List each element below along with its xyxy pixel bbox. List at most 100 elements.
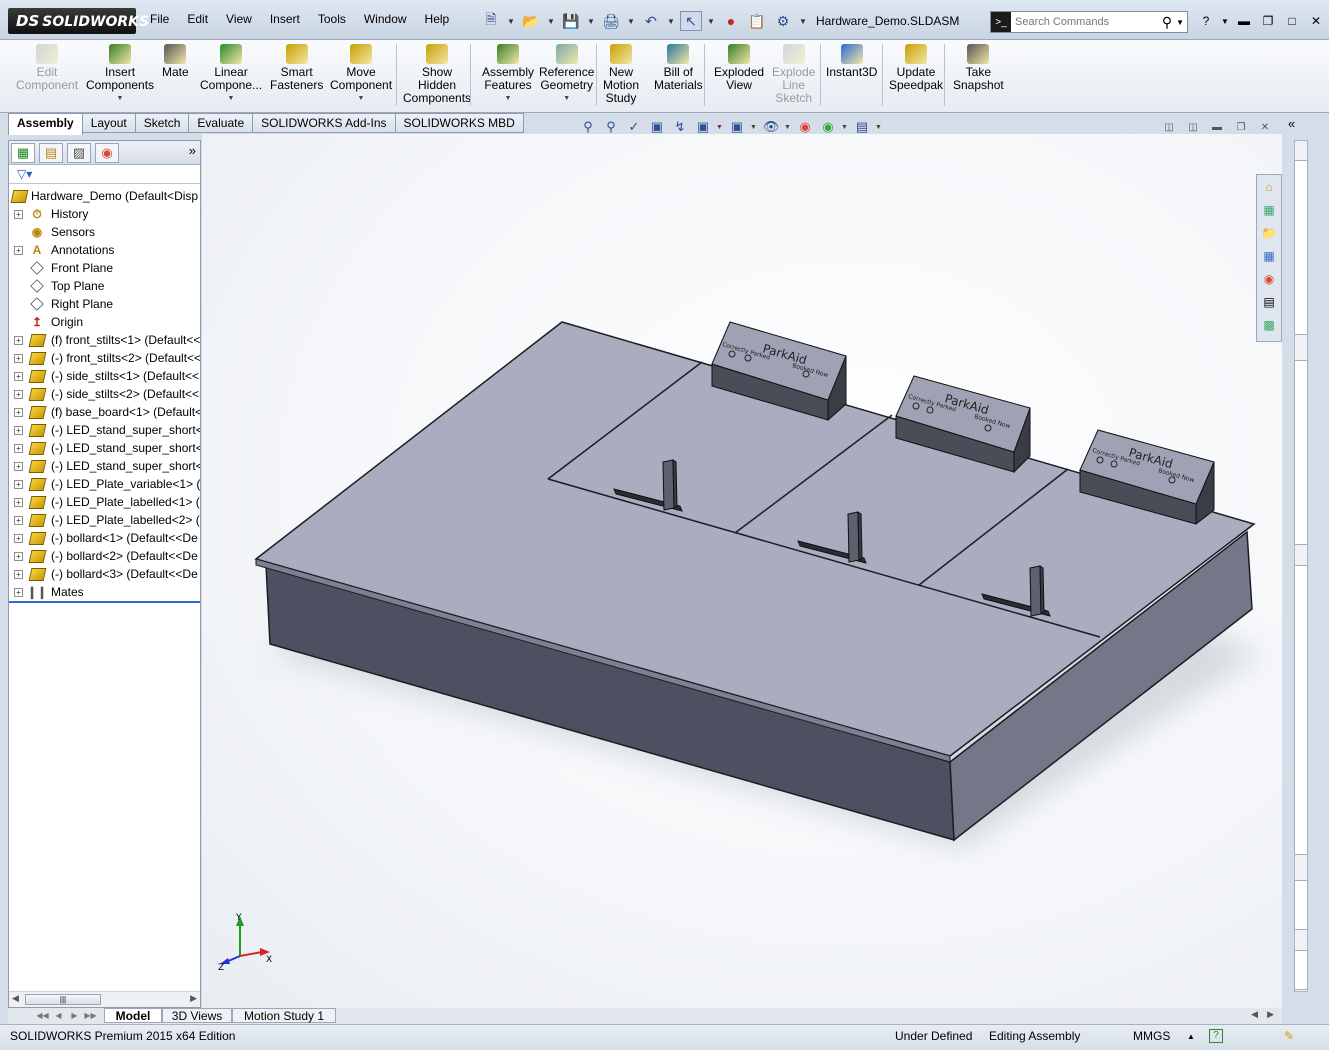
expand-icon[interactable]: + bbox=[14, 498, 23, 507]
bom-button[interactable]: Bill of Materials bbox=[654, 44, 703, 92]
edit-component-button[interactable]: Edit Component bbox=[16, 44, 78, 92]
chevron-down-icon[interactable]: ▼ bbox=[482, 92, 534, 105]
tree-item[interactable]: + (-) bollard<1> (Default<<De bbox=[9, 529, 200, 547]
menu-help[interactable]: Help bbox=[425, 12, 450, 26]
tree-item[interactable]: + (-) LED_stand_super_short<1 bbox=[9, 421, 200, 439]
expand-icon[interactable]: + bbox=[14, 354, 23, 363]
restore-icon[interactable]: ❐ bbox=[1232, 120, 1250, 134]
menu-window[interactable]: Window bbox=[364, 12, 407, 26]
speedpak-button[interactable]: Update Speedpak bbox=[889, 44, 943, 92]
close-icon[interactable]: ✕ bbox=[1306, 12, 1326, 30]
chevron-down-icon[interactable]: ▼ bbox=[1220, 12, 1230, 30]
snapshot-button[interactable]: Take Snapshot bbox=[953, 44, 1004, 92]
chevron-down-icon[interactable]: ▼ bbox=[586, 11, 596, 31]
double-chevron-right-icon[interactable]: » bbox=[189, 143, 196, 158]
scroll-left-icon[interactable]: ◀ bbox=[1251, 1009, 1258, 1020]
tab-evaluate[interactable]: Evaluate bbox=[189, 113, 254, 133]
design-library-icon[interactable]: ▦ bbox=[1258, 200, 1280, 220]
bottom-tab-motion-study-1[interactable]: Motion Study 1 bbox=[232, 1008, 336, 1023]
tree-item[interactable]: Right Plane bbox=[9, 295, 200, 313]
chevron-down-icon[interactable]: ▼ bbox=[716, 124, 724, 131]
tab-assembly[interactable]: Assembly bbox=[8, 113, 83, 135]
chevron-down-icon[interactable]: ▼ bbox=[1176, 18, 1184, 27]
scroll-right-icon[interactable]: ▶ bbox=[190, 993, 197, 1004]
tab-solidworks-mbd[interactable]: SOLIDWORKS MBD bbox=[395, 113, 524, 133]
rollback-bar[interactable] bbox=[9, 601, 200, 603]
custom-properties-icon[interactable]: ▤ bbox=[1258, 292, 1280, 312]
expand-icon[interactable]: + bbox=[14, 534, 23, 543]
bottom-tab-model[interactable]: Model bbox=[104, 1008, 162, 1023]
tab-solidworks-add-ins[interactable]: SOLIDWORKS Add-Ins bbox=[253, 113, 396, 133]
exploded-view-button[interactable]: Exploded View bbox=[714, 44, 764, 92]
menu-insert[interactable]: Insert bbox=[270, 12, 300, 26]
chevron-down-icon[interactable]: ▼ bbox=[546, 11, 556, 31]
forum-icon[interactable]: ▩ bbox=[1258, 315, 1280, 335]
expand-icon[interactable]: + bbox=[14, 444, 23, 453]
tree-item[interactable]: ↥ Origin bbox=[9, 313, 200, 331]
filter-icon[interactable]: ▽▾ bbox=[17, 167, 32, 181]
graphics-area[interactable]: ParkAid Correctly Parked Booked Now Park… bbox=[202, 134, 1282, 1008]
next-tab-icon[interactable]: ▶ bbox=[68, 1009, 81, 1023]
scroll-thumb[interactable]: ||| bbox=[25, 994, 101, 1005]
search-icon[interactable]: ⚲ bbox=[1162, 14, 1172, 31]
prev-tab-icon[interactable]: ◀ bbox=[52, 1009, 65, 1023]
horizontal-scrollbar[interactable]: ◀ ||| ▶ bbox=[9, 991, 200, 1007]
menu-file[interactable]: File bbox=[150, 12, 169, 26]
linear-pattern-button[interactable]: Linear Compone... ▼ bbox=[200, 44, 262, 105]
view-orientation-icon[interactable]: ▣ bbox=[693, 118, 713, 136]
scroll-left-icon[interactable]: ◀ bbox=[12, 993, 19, 1004]
expand-icon[interactable]: + bbox=[14, 480, 23, 489]
reference-geometry-button[interactable]: Reference Geometry ▼ bbox=[539, 44, 594, 105]
options-icon[interactable]: ⚙ bbox=[772, 11, 794, 31]
tree-item[interactable]: + (-) front_stilts<2> (Default<< bbox=[9, 349, 200, 367]
chevron-down-icon[interactable]: ▼ bbox=[666, 11, 676, 31]
chevron-up-icon[interactable]: ▲ bbox=[1187, 1032, 1195, 1041]
chevron-down-icon[interactable]: ▼ bbox=[626, 11, 636, 31]
open-folder-icon[interactable]: 📂 bbox=[520, 11, 542, 31]
tab-layout[interactable]: Layout bbox=[82, 113, 136, 133]
solidworks-logo[interactable]: DS SOLIDWORKS bbox=[8, 8, 149, 34]
configuration-manager-tab-icon[interactable]: ▨ bbox=[67, 143, 91, 163]
expand-icon[interactable]: + bbox=[14, 390, 23, 399]
scroll-right-icon[interactable]: ▶ bbox=[1267, 1009, 1274, 1020]
expand-icon[interactable]: + bbox=[14, 588, 23, 597]
maximize-icon[interactable]: □ bbox=[1282, 12, 1302, 30]
expand-icon[interactable]: + bbox=[14, 210, 23, 219]
tree-item[interactable]: + (-) bollard<2> (Default<<De bbox=[9, 547, 200, 565]
chevron-down-icon[interactable]: ▼ bbox=[330, 92, 392, 105]
tree-item[interactable]: Front Plane bbox=[9, 259, 200, 277]
motion-study-button[interactable]: New Motion Study bbox=[603, 44, 639, 105]
chevron-down-icon[interactable]: ▼ bbox=[86, 92, 154, 105]
mate-button[interactable]: Mate bbox=[162, 44, 189, 79]
tree-item[interactable]: + (-) bollard<3> (Default<<De bbox=[9, 565, 200, 583]
chevron-down-icon[interactable]: ▼ bbox=[841, 124, 849, 131]
chevron-down-icon[interactable]: ▼ bbox=[506, 11, 516, 31]
move-component-button[interactable]: Move Component ▼ bbox=[330, 44, 392, 105]
new-document-icon[interactable]: 🗎 bbox=[480, 11, 502, 31]
search-commands-input[interactable]: >_ Search Commands ⚲ ▼ bbox=[990, 11, 1188, 33]
close-icon[interactable]: ✕ bbox=[1256, 120, 1274, 134]
expand-icon[interactable]: + bbox=[14, 552, 23, 561]
expand-icon[interactable]: + bbox=[14, 372, 23, 381]
display-style-icon[interactable]: ▣ bbox=[727, 118, 747, 136]
home-icon[interactable]: ⌂ bbox=[1258, 177, 1280, 197]
save-icon[interactable]: 💾 bbox=[560, 11, 582, 31]
file-explorer-icon[interactable]: 📁 bbox=[1258, 223, 1280, 243]
zoom-to-area-icon[interactable]: ⚲ bbox=[601, 118, 621, 136]
assembly-features-button[interactable]: Assembly Features ▼ bbox=[482, 44, 534, 105]
status-units[interactable]: MMGS bbox=[1133, 1029, 1170, 1043]
tree-item[interactable]: + (-) LED_stand_super_short<3 bbox=[9, 457, 200, 475]
bottom-tab-3d-views[interactable]: 3D Views bbox=[162, 1008, 232, 1023]
chevron-down-icon[interactable]: ▼ bbox=[875, 124, 883, 131]
tree-root-assembly[interactable]: Hardware_Demo (Default<Disp bbox=[9, 187, 200, 205]
rebuild-status-icon[interactable]: ✎ bbox=[1284, 1029, 1294, 1043]
menu-edit[interactable]: Edit bbox=[187, 12, 208, 26]
tree-item[interactable]: Top Plane bbox=[9, 277, 200, 295]
select-arrow-icon[interactable]: ↖ bbox=[680, 11, 702, 31]
tree-item[interactable]: + ⏱ History bbox=[9, 205, 200, 223]
chevron-down-icon[interactable]: ▼ bbox=[539, 92, 594, 105]
chevron-down-icon[interactable]: ▼ bbox=[750, 124, 758, 131]
zoom-to-fit-icon[interactable]: ⚲ bbox=[578, 118, 598, 136]
dynamic-annotation-icon[interactable]: ↯ bbox=[670, 118, 690, 136]
view-palette-icon[interactable]: ▦ bbox=[1258, 246, 1280, 266]
